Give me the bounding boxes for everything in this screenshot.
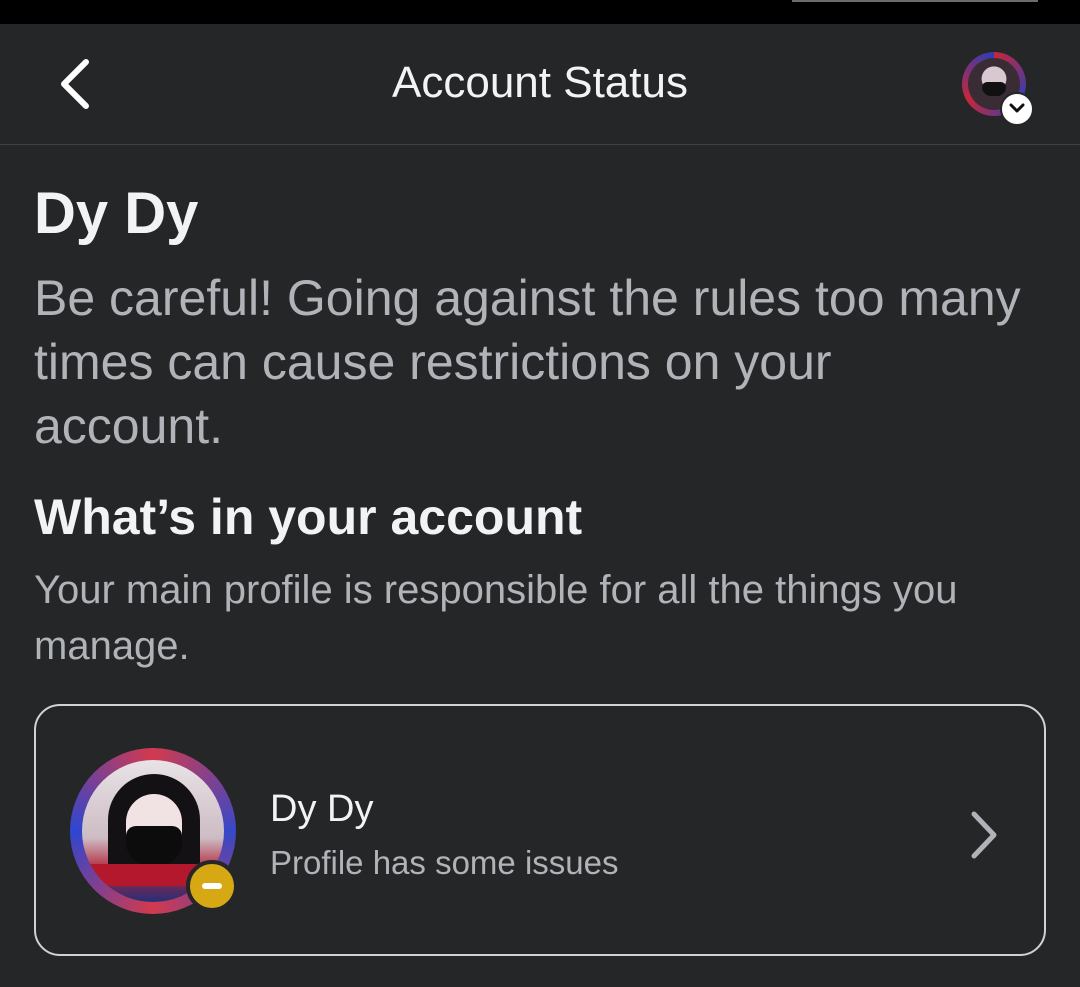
profile-card-name: Dy Dy: [270, 788, 374, 830]
profile-name-heading: Dy Dy: [34, 181, 199, 246]
profile-card-status: Profile has some issues: [270, 844, 619, 881]
section-heading: What’s in your account: [34, 489, 583, 545]
chevron-down-icon: [1000, 92, 1034, 126]
status-bar: [0, 0, 1080, 24]
account-switcher-button[interactable]: [960, 52, 1036, 126]
page-title: Account Status: [392, 58, 688, 107]
app-bar: Account Status: [0, 24, 1080, 145]
back-button[interactable]: [48, 52, 104, 116]
status-bar-line: [792, 0, 1038, 2]
chevron-left-icon: [61, 59, 89, 109]
chevron-right-icon: [971, 811, 997, 859]
warning-text: Be careful! Going against the rules too …: [34, 270, 1021, 454]
profile-card[interactable]: Dy Dy Profile has some issues: [34, 704, 1046, 956]
section-description: Your main profile is responsible for all…: [34, 568, 958, 668]
warning-status-icon: [186, 860, 238, 912]
